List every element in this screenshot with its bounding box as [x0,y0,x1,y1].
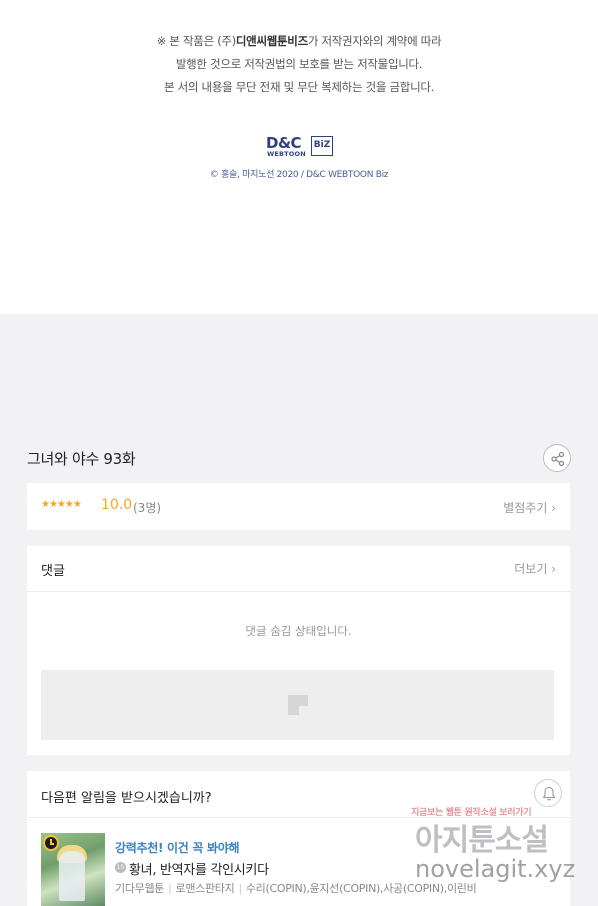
rating-score: 10.0 [101,497,133,513]
rating-card: ★★★★★ 10.0 (3명) 별점주기 › [27,483,570,530]
image-placeholder-icon [288,695,308,715]
recommendation-thumbnail[interactable] [41,833,105,906]
recommendation-publisher: 기다무웹툰 [115,882,165,895]
copyright-section: ※ 본 작품은 (주)디앤씨웹툰비즈가 저작권자와의 계약에 따라 발행한 것으… [0,0,598,314]
copyright-notice-line-3: 본 서의 내용을 무단 전재 및 무단 복제하는 것을 금합니다. [164,80,434,94]
episode-title: 그녀와 야수 93화 [27,450,136,468]
recommendation-genre: 로맨스판타지 [175,882,235,895]
thumbnail-art [59,851,85,901]
watermark-logo: 아지툰소설 [415,823,549,858]
comments-more-link[interactable]: 더보기 › [514,560,556,577]
share-icon [551,451,565,467]
ad-placeholder[interactable] [41,670,554,740]
comment-heading: 댓글 [41,564,65,579]
clock-icon [43,835,59,851]
company-name: 디앤씨웹툰비즈 [235,34,308,48]
watermark-url: novelagit.xyz [415,855,576,883]
share-button[interactable] [543,444,571,472]
copyright-notice-line-2: 발행한 것으로 저작권법의 보호를 받는 저작물입니다. [175,57,423,71]
next-episode-notify-question: 다음편 알림을 받으시겠습니까? [41,791,212,806]
rating-count: (3명) [133,501,162,515]
comments-hidden-message: 댓글 숨김 상태입니다. [245,624,352,638]
comment-card: 댓글 더보기 › 댓글 숨김 상태입니다. [27,546,570,755]
rating-stars: ★★★★★ [41,499,82,510]
dc-webtoon-biz-logo: D&C WEBTOON BiZ [266,134,334,160]
copyright-notice-line-1: ※ 본 작품은 (주)디앤씨웹툰비즈가 저작권자와의 계약에 따라 [156,34,442,48]
rate-button[interactable]: 별점주기 › [503,499,556,516]
notify-bell-button[interactable] [534,779,562,807]
recommendation-authors: 수리(COPIN),윤지선(COPIN),사공(COPIN),이린비 [245,882,477,895]
age-rating-badge: 15 [115,862,126,873]
copyright-credit: © 홍슬, 마지노선 2020 / D&C WEBTOON Biz [209,170,389,180]
divider [27,591,570,592]
recommendation-tag[interactable]: 강력추천! 이건 꼭 봐야해 [115,839,240,856]
recommendation-title[interactable]: 황녀, 반역자를 각인시키다 [129,859,269,878]
bell-icon [542,786,556,801]
